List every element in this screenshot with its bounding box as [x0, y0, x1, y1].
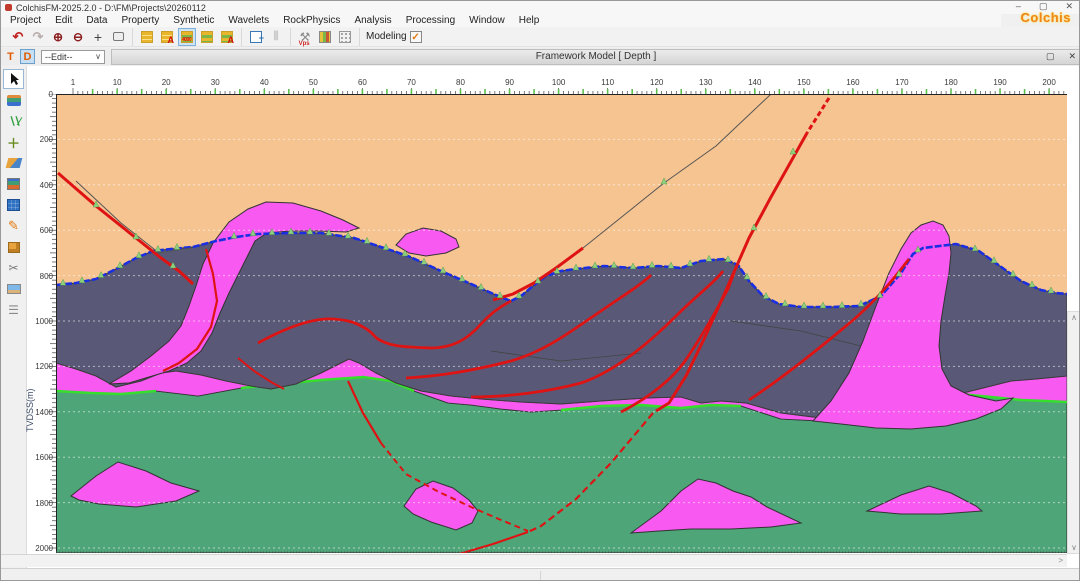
stack-a-icon[interactable]: A	[158, 28, 176, 46]
menu-item-property[interactable]: Property	[114, 14, 166, 27]
main-toolbar: ↶↷⊕⊖+A4000A⫴⚒VpsModeling✓	[1, 27, 1080, 47]
menu-item-help[interactable]: Help	[512, 14, 547, 27]
fault-sticks-tool-icon[interactable]: ∖∖∕	[3, 111, 24, 131]
vertical-scrollbar[interactable]: ∧ ∨	[1067, 311, 1080, 554]
td-a-icon[interactable]: A	[218, 28, 236, 46]
y-axis-ruler	[44, 94, 56, 554]
document-title-bar[interactable]: Framework Model [ Depth ] ▢ ✕	[111, 49, 1080, 65]
redo-icon[interactable]: ↷	[29, 28, 47, 46]
menu-item-window[interactable]: Window	[462, 14, 512, 27]
menu-item-processing[interactable]: Processing	[399, 14, 462, 27]
blue-grid-tool-icon[interactable]	[3, 195, 24, 215]
edit-dropdown-value: --Edit--	[45, 52, 73, 62]
chevron-down-icon: ∨	[95, 52, 101, 61]
td-grid-icon[interactable]	[198, 28, 216, 46]
document-title: Framework Model [ Depth ]	[112, 51, 1080, 62]
knife-tool-icon[interactable]: ✂	[3, 258, 24, 278]
td-4000-icon[interactable]: 4000	[178, 28, 196, 46]
time-mode-button[interactable]: T	[3, 49, 18, 64]
heatmap-grid-icon[interactable]	[316, 28, 334, 46]
cross-section-canvas[interactable]	[56, 94, 1067, 553]
toolbar-group: ⫴	[242, 28, 291, 46]
status-divider	[540, 571, 541, 580]
toolbar-group: ⚒Vps	[291, 28, 360, 46]
edit-dropdown[interactable]: --Edit-- ∨	[41, 50, 105, 64]
x-axis-ruler	[56, 77, 1067, 94]
link-panels-icon[interactable]: ⫴	[267, 28, 285, 46]
mode-bar: T D --Edit-- ∨ Framework Model [ Depth ]…	[1, 48, 1080, 65]
status-bar	[1, 568, 1080, 581]
modeling-check-icon: ✓	[410, 31, 422, 43]
title-bar: ColchisFM-2025.2.0 - D:\FM\Projects\2026…	[1, 1, 1080, 14]
left-tool-strip: ∖∖∕＋ ✎ ✂ ☰	[1, 66, 27, 568]
td-dots-icon[interactable]	[336, 28, 354, 46]
stack-dots-icon[interactable]	[138, 28, 156, 46]
modeling-button[interactable]: Modeling✓	[360, 31, 428, 43]
pencil-tool-icon[interactable]: ✎	[3, 216, 24, 236]
box-tool-icon[interactable]	[3, 237, 24, 257]
image-tool-icon[interactable]	[3, 279, 24, 299]
document-area: ∖∖∕＋✎✂☰ TVDSS(m) 02004006008001000120014…	[1, 66, 1080, 568]
pick-tool-icon[interactable]: ＋	[3, 132, 24, 152]
scroll-down-icon[interactable]: ∨	[1068, 543, 1080, 552]
undo-icon[interactable]: ↶	[9, 28, 27, 46]
colchis-logo: Colchis	[1021, 10, 1071, 25]
zoom-in-icon[interactable]: ⊕	[49, 28, 67, 46]
doc-maximize-button[interactable]: ▢	[1046, 51, 1055, 62]
vps-tools-icon[interactable]: ⚒Vps	[296, 28, 314, 46]
surface-tool-icon[interactable]	[3, 153, 24, 173]
crosshair-icon[interactable]: +	[89, 28, 107, 46]
doc-close-button[interactable]: ✕	[1068, 51, 1076, 62]
app-icon	[5, 4, 12, 11]
strata-tool-icon[interactable]	[3, 90, 24, 110]
menu-item-edit[interactable]: Edit	[48, 14, 79, 27]
menu-item-project[interactable]: Project	[3, 14, 48, 27]
scroll-right-icon[interactable]: >	[1058, 556, 1063, 565]
depth-mode-button[interactable]: D	[20, 49, 35, 64]
toolbar-group: A4000A	[133, 28, 242, 46]
scroll-up-icon[interactable]: ∧	[1068, 313, 1080, 322]
menu-item-data[interactable]: Data	[79, 14, 114, 27]
menu-item-rockphysics[interactable]: RockPhysics	[276, 14, 347, 27]
add-panel-icon[interactable]	[247, 28, 265, 46]
horizontal-scrollbar[interactable]: >	[1, 554, 1067, 567]
layers-tool-icon[interactable]: ☰	[3, 300, 24, 320]
modeling-label: Modeling	[366, 31, 407, 42]
menu-item-analysis[interactable]: Analysis	[347, 14, 398, 27]
menu-bar: ProjectEditDataPropertySyntheticWavelets…	[1, 14, 1001, 27]
cursor-tool-icon[interactable]	[3, 69, 24, 89]
menu-item-wavelets[interactable]: Wavelets	[221, 14, 276, 27]
toolbar-group: ↶↷⊕⊖+	[4, 28, 133, 46]
menu-item-synthetic[interactable]: Synthetic	[166, 14, 221, 27]
zoom-out-icon[interactable]: ⊖	[69, 28, 87, 46]
capture-icon[interactable]	[109, 28, 127, 46]
application-window: ColchisFM-2025.2.0 - D:\FM\Projects\2026…	[0, 0, 1080, 581]
window-title: ColchisFM-2025.2.0 - D:\FM\Projects\2026…	[16, 3, 206, 13]
property-grid-tool-icon[interactable]	[3, 174, 24, 194]
